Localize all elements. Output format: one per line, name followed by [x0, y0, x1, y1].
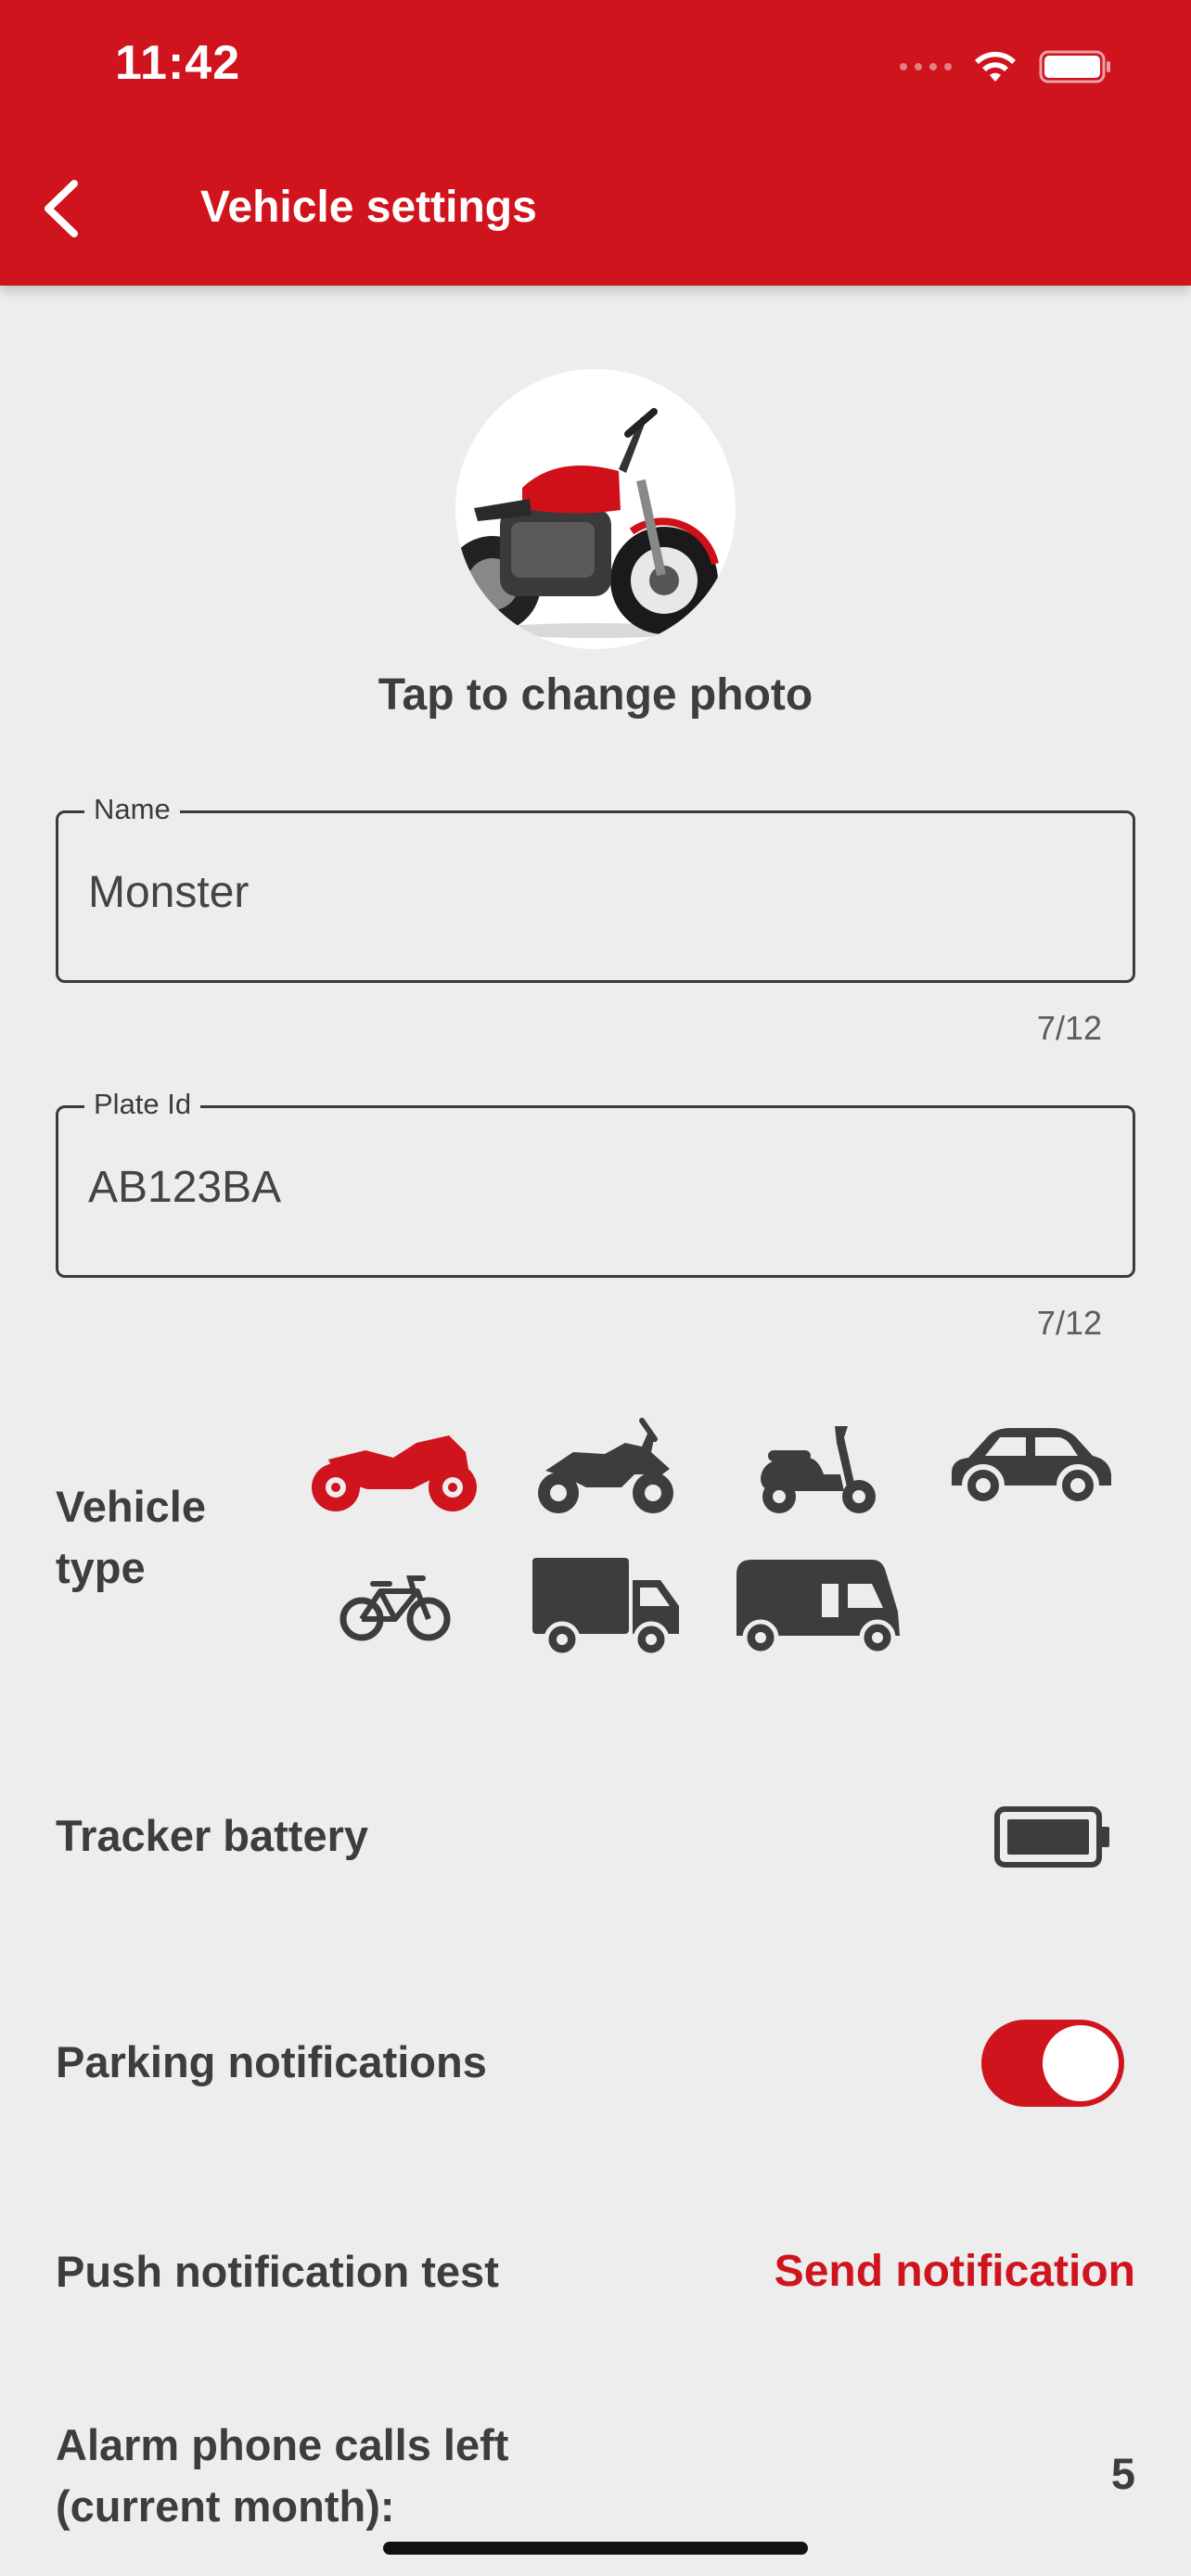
- vehicle-photo[interactable]: [455, 369, 736, 649]
- battery-full-icon: [994, 1806, 1109, 1868]
- adventure-motorbike-icon[interactable]: [532, 1415, 679, 1519]
- sport-motorbike-icon[interactable]: [310, 1422, 482, 1515]
- vehicle-type-label: Vehicle type: [56, 1482, 206, 1592]
- motorcycle-photo-image: [455, 408, 719, 638]
- status-icons: [900, 46, 1113, 87]
- camper-icon[interactable]: [733, 1556, 903, 1658]
- toggle-knob: [1043, 2025, 1119, 2101]
- page-title: Vehicle settings: [200, 183, 537, 232]
- wifi-icon: [975, 51, 1016, 82]
- battery-status-icon: [1039, 50, 1110, 83]
- plate-id-field[interactable]: Plate Id: [56, 1088, 1135, 1278]
- truck-icon[interactable]: [529, 1554, 683, 1658]
- tracker-battery-label: Tracker battery: [56, 1811, 369, 1860]
- parking-notifications-toggle[interactable]: [981, 2020, 1124, 2107]
- car-icon[interactable]: [944, 1426, 1115, 1508]
- plate-id-input[interactable]: [88, 1162, 1099, 1213]
- name-input[interactable]: [88, 867, 1099, 918]
- plate-id-char-counter: 7/12: [1036, 1304, 1102, 1342]
- cellular-signal-icon: [900, 63, 952, 70]
- name-field[interactable]: Name: [56, 793, 1135, 983]
- alarm-calls-value: 5: [1110, 2449, 1135, 2498]
- home-indicator: [383, 2542, 808, 2555]
- change-photo-label[interactable]: Tap to change photo: [0, 670, 1191, 721]
- alarm-calls-label: Alarm phone calls left (current month):: [56, 2420, 509, 2531]
- scooter-icon[interactable]: [761, 1426, 876, 1513]
- send-notification-link[interactable]: Send notification: [775, 2246, 1135, 2297]
- name-char-counter: 7/12: [1036, 1009, 1102, 1047]
- push-notification-test-label: Push notification test: [56, 2247, 499, 2296]
- plate-id-field-label: Plate Id: [84, 1088, 201, 1121]
- bicycle-icon[interactable]: [339, 1573, 451, 1641]
- name-field-label: Name: [84, 793, 180, 826]
- parking-notifications-label: Parking notifications: [56, 2037, 487, 2086]
- app-header: 11:42 Vehicle settings: [0, 0, 1191, 286]
- status-time: 11:42: [115, 36, 241, 90]
- back-chevron-icon[interactable]: [35, 176, 91, 241]
